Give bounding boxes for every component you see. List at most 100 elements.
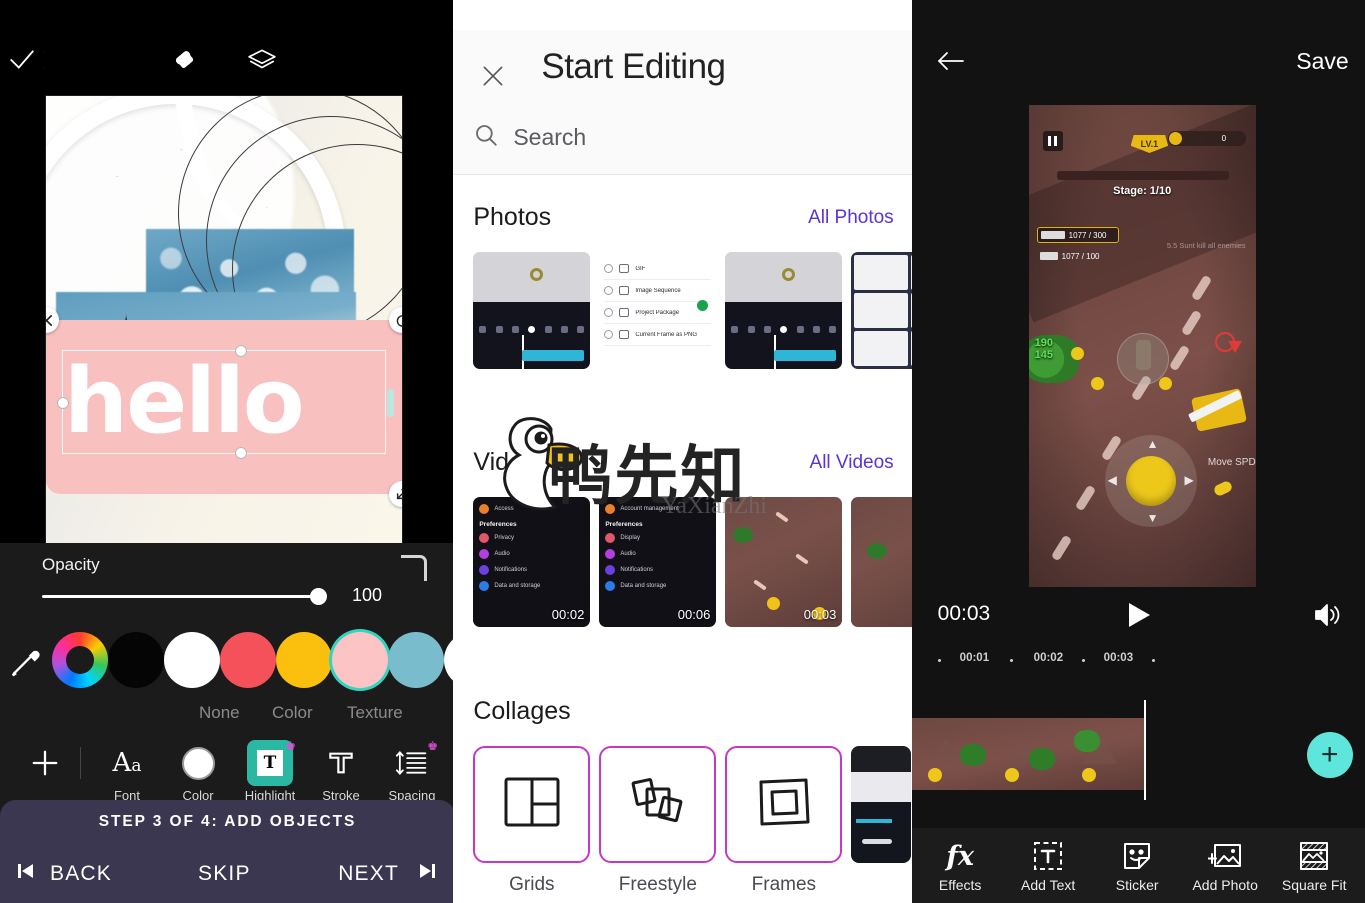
search-input[interactable]: Search bbox=[473, 122, 586, 153]
tool-stroke[interactable]: Stroke bbox=[306, 739, 376, 803]
all-videos-link[interactable]: All Videos bbox=[810, 452, 894, 474]
swatch-pink-selected[interactable] bbox=[332, 632, 388, 688]
joystick-icon[interactable]: ▲ ▼ ◀ ▶ bbox=[1104, 435, 1197, 527]
resize-handle-bottom[interactable] bbox=[235, 447, 247, 459]
photo-thumbnail-shape-grid[interactable] bbox=[851, 252, 912, 369]
photo-thumbnail-app-2[interactable] bbox=[725, 252, 843, 369]
plus-icon bbox=[10, 739, 80, 787]
tool-sticker-label: Sticker bbox=[1115, 877, 1159, 893]
text-object-selection[interactable]: hello bbox=[46, 307, 402, 507]
tool-add-text[interactable]: Add Text bbox=[1003, 838, 1094, 893]
tool-font[interactable]: Aa Font bbox=[92, 739, 162, 803]
collage-extra-thumbnail[interactable] bbox=[851, 746, 912, 863]
tool-add-photo[interactable]: Add Photo bbox=[1180, 838, 1271, 893]
color-circle-icon bbox=[163, 739, 233, 787]
font-icon: Aa bbox=[112, 748, 142, 778]
tool-divider bbox=[80, 747, 81, 779]
fill-type-tabs: None Color Texture bbox=[0, 703, 453, 733]
photo-thumbnail-app-1[interactable] bbox=[473, 252, 591, 369]
tool-highlight[interactable]: T ♚ Highlight bbox=[235, 739, 305, 803]
video-thumbnail-3[interactable]: 00:03 bbox=[725, 497, 843, 627]
menu-item: Privacy bbox=[494, 535, 515, 541]
tutorial-step-text: STEP 3 OF 4: ADD OBJECTS bbox=[98, 813, 357, 830]
search-icon bbox=[473, 122, 499, 153]
opacity-slider-knob[interactable] bbox=[310, 588, 327, 605]
collage-freestyle-card[interactable] bbox=[599, 746, 717, 863]
tool-effects[interactable]: fx Effects bbox=[915, 838, 1006, 894]
tool-color[interactable]: Color bbox=[163, 739, 233, 803]
timeline-track[interactable]: + bbox=[911, 700, 1365, 800]
next-arrow-icon[interactable] bbox=[417, 861, 437, 887]
collapse-panel-icon[interactable] bbox=[401, 555, 427, 581]
fire-button-icon[interactable] bbox=[1214, 331, 1244, 361]
media-picker-panel: Start Editing Search Photos All Photos G… bbox=[453, 0, 912, 903]
video-duration: 00:02 bbox=[551, 607, 585, 622]
collage-grids-label: Grids bbox=[509, 874, 555, 895]
opacity-slider[interactable] bbox=[42, 588, 342, 606]
fill-tab-none[interactable]: None bbox=[199, 703, 240, 723]
swatch-red[interactable] bbox=[220, 632, 276, 688]
tool-square-fit[interactable]: Square Fit bbox=[1269, 838, 1360, 893]
save-button[interactable]: Save bbox=[1296, 48, 1348, 75]
opacity-slider-track bbox=[42, 595, 320, 598]
arrow-left-icon[interactable] bbox=[930, 42, 972, 80]
video-thumbnail-2[interactable]: Account management Preferences Display A… bbox=[599, 497, 717, 627]
tool-spacing[interactable]: ♚ Spacing bbox=[377, 739, 447, 803]
edit-canvas[interactable]: ✦ ✦ hello bbox=[46, 96, 402, 543]
video-preview[interactable]: LV.1 0 Stage: 1/10 1077 / 300 1077 / 100… bbox=[1028, 105, 1256, 587]
swatch-teal-blue[interactable] bbox=[388, 632, 444, 688]
export-option-label: Image Sequence bbox=[635, 287, 681, 294]
resize-handle-top[interactable] bbox=[235, 345, 247, 357]
ruler-mark: 00:01 bbox=[959, 652, 990, 664]
grid-layout-icon bbox=[503, 776, 561, 833]
ruler-mark: 00:02 bbox=[1033, 652, 1064, 664]
eraser-icon[interactable] bbox=[163, 39, 207, 81]
frame-icon bbox=[756, 776, 812, 833]
pause-icon[interactable] bbox=[1042, 131, 1063, 151]
layers-icon[interactable] bbox=[240, 39, 284, 81]
video-clip[interactable] bbox=[911, 718, 1144, 790]
swatch-white[interactable] bbox=[164, 632, 220, 688]
photo-thumbnail-export-list[interactable]: GIF Image Sequence Project Package Curre… bbox=[599, 252, 717, 369]
all-photos-link[interactable]: All Photos bbox=[808, 207, 894, 229]
ammo-secondary: 1077 / 100 bbox=[1037, 248, 1119, 264]
close-icon[interactable] bbox=[473, 56, 513, 96]
skip-button[interactable]: SKIP bbox=[198, 862, 251, 886]
swatch-white-2[interactable] bbox=[444, 632, 454, 688]
menu-item: Display bbox=[620, 535, 641, 541]
playhead[interactable] bbox=[1143, 700, 1146, 800]
video-editor-panel: Save LV.1 0 Stage: 1/10 1077 / 300 1077 … bbox=[911, 0, 1365, 903]
next-button[interactable]: NEXT bbox=[338, 862, 399, 886]
menu-group: Preferences bbox=[605, 521, 643, 528]
eyedropper-icon[interactable] bbox=[8, 641, 44, 679]
tool-sticker[interactable]: Sticker bbox=[1092, 838, 1183, 893]
player-character bbox=[1116, 333, 1169, 385]
export-option-label: Project Package bbox=[635, 309, 680, 316]
swatch-color-wheel[interactable] bbox=[52, 632, 108, 688]
opacity-label: Opacity bbox=[42, 555, 100, 574]
menu-item: Notifications bbox=[494, 567, 528, 573]
export-option-label: GIF bbox=[635, 265, 646, 272]
tutorial-step-banner: STEP 3 OF 4: ADD OBJECTS bbox=[0, 800, 454, 844]
collage-grids-card[interactable] bbox=[473, 746, 591, 863]
collage-frames-card[interactable] bbox=[725, 746, 843, 863]
fill-tab-texture[interactable]: Texture bbox=[347, 703, 403, 723]
fill-tab-color[interactable]: Color bbox=[272, 703, 313, 723]
video-thumbnail-1[interactable]: Access Preferences Privacy Audio Notific… bbox=[473, 497, 591, 627]
video-thumbnail-4[interactable] bbox=[851, 497, 912, 627]
list-item: Image Sequence bbox=[604, 280, 712, 302]
video-tool-bar: fx Effects Add Text Sticker Add Photo Sq… bbox=[911, 828, 1365, 903]
back-button[interactable]: BACK bbox=[50, 862, 112, 886]
prev-arrow-icon[interactable] bbox=[16, 861, 36, 887]
volume-icon[interactable] bbox=[1313, 601, 1343, 634]
menu-item: Audio bbox=[494, 551, 510, 557]
play-icon[interactable] bbox=[1125, 600, 1153, 635]
text-caret bbox=[387, 389, 394, 417]
confirm-check-icon[interactable] bbox=[0, 39, 44, 81]
swatch-yellow[interactable] bbox=[276, 632, 332, 688]
add-clip-button[interactable]: + bbox=[1306, 732, 1353, 778]
swatch-black[interactable] bbox=[108, 632, 164, 688]
resize-handle-left[interactable] bbox=[57, 397, 69, 409]
add-object-button[interactable] bbox=[10, 739, 80, 787]
ruler-mark: 00:03 bbox=[1103, 652, 1134, 664]
